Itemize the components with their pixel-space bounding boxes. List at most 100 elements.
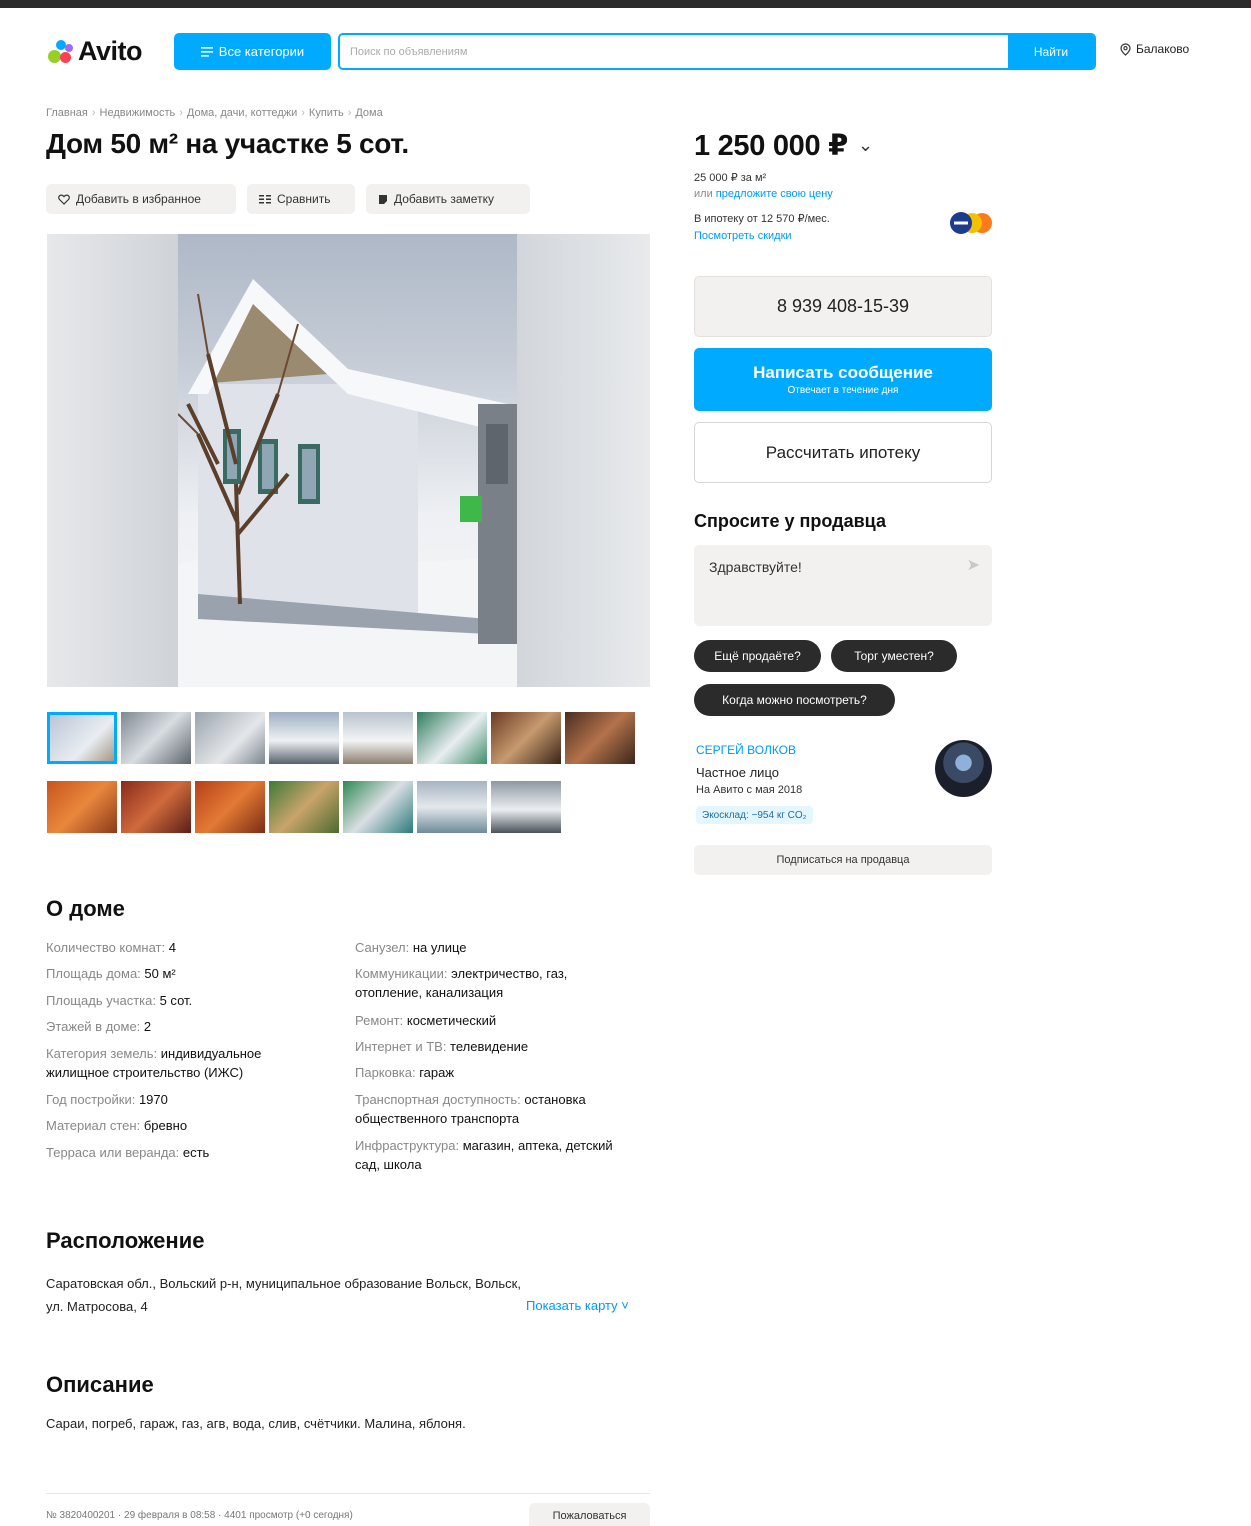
gallery-main-photo[interactable]	[178, 234, 517, 687]
thumbnail-11[interactable]	[195, 781, 265, 833]
quick-question-viewing[interactable]: Когда можно посмотреть?	[694, 684, 895, 716]
param-terrace: Терраса или веранда: есть	[46, 1145, 210, 1160]
show-phone-button[interactable]: 8 939 408-15-39	[694, 276, 992, 337]
write-message-label: Написать сообщение	[753, 363, 933, 382]
description-title: Описание	[46, 1372, 154, 1397]
report-button[interactable]: Пожаловаться	[529, 1503, 650, 1526]
param-transport: Транспортная доступность: остановка обще…	[355, 1092, 586, 1126]
breadcrumb-houses[interactable]: Дома	[355, 107, 382, 119]
seller-type: Частное лицо	[696, 765, 779, 780]
breadcrumb-realty[interactable]: Недвижимость	[100, 107, 176, 119]
all-categories-button[interactable]: Все категории	[174, 33, 331, 70]
breadcrumb-home[interactable]: Главная	[46, 107, 88, 119]
thumbnail-3[interactable]	[195, 712, 265, 764]
thumbnail-15[interactable]	[491, 781, 561, 833]
breadcrumb-houses-dachas[interactable]: Дома, дачи, коттеджи	[187, 107, 297, 119]
thumbnail-6[interactable]	[417, 712, 487, 764]
thumbnail-13[interactable]	[343, 781, 413, 833]
eco-badge: Экосклад: −954 кг CO₂	[696, 806, 813, 824]
offer-price-link[interactable]: предложите свою цену	[716, 188, 833, 200]
seller-since: На Авито с мая 2018	[696, 784, 803, 796]
thumbnail-8[interactable]	[565, 712, 635, 764]
param-bathroom: Санузел: на улице	[355, 940, 467, 955]
add-note-button[interactable]: Добавить заметку	[366, 184, 530, 214]
thumbnail-14[interactable]	[417, 781, 487, 833]
footer-divider	[46, 1493, 650, 1494]
thumbnail-1[interactable]	[47, 712, 117, 764]
note-icon	[379, 194, 387, 204]
location-label: Балаково	[1136, 42, 1190, 56]
avito-logo[interactable]: Avito	[46, 36, 143, 67]
seller-avatar[interactable]	[935, 740, 992, 797]
ask-seller-title: Спросите у продавца	[694, 511, 886, 531]
param-rooms: Количество комнат: 4	[46, 940, 176, 955]
thumbnail-2[interactable]	[121, 712, 191, 764]
house-photo	[178, 279, 517, 687]
param-house-area: Площадь дома: 50 м²	[46, 966, 176, 981]
all-categories-label: Все категории	[218, 44, 305, 59]
offer-price-line: или предложите свою цену	[694, 188, 833, 200]
offer-prefix: или	[694, 188, 713, 200]
param-infrastructure: Инфраструктура: магазин, аптека, детский…	[355, 1138, 613, 1172]
listing-actions: Добавить в избранное Сравнить Добавить з…	[46, 184, 530, 214]
page-title: Дом 50 м² на участке 5 сот.	[46, 128, 409, 159]
search-input[interactable]	[340, 35, 1008, 68]
param-wall-material: Материал стен: бревно	[46, 1118, 188, 1133]
listing-meta: № 3820400201 · 29 февраля в 08:58 · 4401…	[46, 1510, 353, 1521]
param-internet-tv: Интернет и ТВ: телевидение	[355, 1039, 529, 1054]
param-land-category: Категория земель: индивидуальное жилищно…	[46, 1046, 262, 1080]
thumbnail-9[interactable]	[47, 781, 117, 833]
search-bar: Найти	[338, 33, 1096, 70]
logo-dots-icon	[46, 38, 76, 66]
price-per-meter: 25 000 ₽ за м²	[694, 172, 767, 184]
thumbnail-10[interactable]	[121, 781, 191, 833]
param-year-built: Год постройки: 1970	[46, 1092, 168, 1107]
send-arrow-icon[interactable]: ➤	[967, 555, 980, 575]
compare-icon	[259, 194, 271, 203]
ask-seller-text: Здравствуйте!	[709, 559, 802, 575]
param-plot-area: Площадь участка: 5 сот.	[46, 993, 193, 1008]
list-icon	[200, 46, 213, 57]
param-renovation: Ремонт: косметический	[355, 1013, 497, 1028]
add-favorite-button[interactable]: Добавить в избранное	[46, 184, 236, 214]
add-favorite-label: Добавить в избранное	[76, 192, 201, 206]
search-button[interactable]: Найти	[1008, 35, 1094, 68]
gallery-prev-photo[interactable]	[47, 234, 178, 687]
location-selector[interactable]: Балаково	[1120, 42, 1189, 56]
bank-logo-icon	[950, 212, 992, 234]
price-value: 1 250 000 ₽	[694, 130, 848, 162]
description-text: Сараи, погреб, гараж, газ, агв, вода, сл…	[46, 1416, 466, 1431]
quick-question-still-selling[interactable]: Ещё продаёте?	[694, 640, 821, 672]
view-discounts-link[interactable]: Посмотреть скидки	[694, 230, 792, 242]
compare-button[interactable]: Сравнить	[247, 184, 355, 214]
photo-gallery[interactable]	[47, 234, 650, 687]
gallery-next-photo[interactable]	[517, 234, 650, 687]
write-message-button[interactable]: Написать сообщение Отвечает в течение дн…	[694, 348, 992, 411]
location-pin-icon	[1120, 42, 1131, 56]
address-text: Саратовская обл., Вольский р-н, муниципа…	[46, 1276, 521, 1314]
discount-line: Посмотреть скидки	[694, 230, 792, 242]
location-title: Расположение	[46, 1228, 205, 1253]
breadcrumb: Главная › Недвижимость › Дома, дачи, котте…	[46, 107, 383, 119]
thumbnail-5[interactable]	[343, 712, 413, 764]
param-parking: Парковка: гараж	[355, 1065, 455, 1080]
response-time-label: Отвечает в течение дня	[787, 385, 899, 396]
seller-name-link[interactable]: СЕРГЕЙ ВОЛКОВ	[696, 743, 796, 757]
show-map-link[interactable]: Показать карту ˅	[526, 1298, 629, 1313]
subscribe-seller-button[interactable]: Подписаться на продавца	[694, 845, 992, 875]
price-block[interactable]: 1 250 000 ₽ ⌄	[694, 128, 873, 163]
add-note-label: Добавить заметку	[394, 192, 494, 206]
heart-icon	[58, 194, 70, 205]
compare-label: Сравнить	[277, 192, 331, 206]
quick-question-bargain[interactable]: Торг уместен?	[831, 640, 957, 672]
breadcrumb-buy[interactable]: Купить	[309, 107, 344, 119]
thumbnail-4[interactable]	[269, 712, 339, 764]
about-house-title: О доме	[46, 896, 125, 921]
chevron-down-icon[interactable]: ⌄	[858, 135, 873, 156]
calculate-mortgage-button[interactable]: Рассчитать ипотеку	[694, 422, 992, 483]
param-utilities: Коммуникации: электричество, газ, отопле…	[355, 966, 568, 1000]
thumbnail-7[interactable]	[491, 712, 561, 764]
thumbnail-12[interactable]	[269, 781, 339, 833]
mortgage-monthly: В ипотеку от 12 570 ₽/мес.	[694, 213, 830, 225]
ask-seller-input[interactable]: Здравствуйте! ➤	[694, 545, 992, 626]
